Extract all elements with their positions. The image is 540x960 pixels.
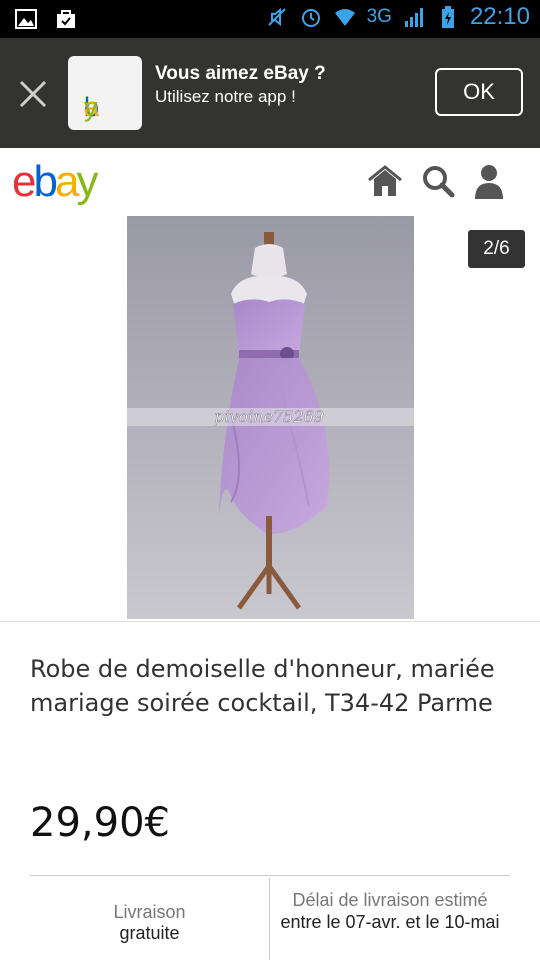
app-logo: ebay [68, 56, 142, 130]
product-photo[interactable]: pivoine75269 [127, 216, 414, 619]
wifi-icon [334, 9, 355, 26]
image-icon [15, 9, 37, 29]
photo-watermark: pivoine75269 [214, 407, 324, 426]
delivery-info: Délai de livraison estimé entre le 07-av… [270, 878, 510, 960]
listing-title: Robe de demoiselle d'honneur, mariée mar… [30, 655, 495, 717]
mute-icon [267, 7, 286, 27]
signal-icon [404, 8, 423, 27]
site-header: ebay [0, 148, 540, 215]
image-counter: 2/6 [468, 230, 525, 268]
home-icon[interactable] [367, 164, 403, 198]
image-gallery[interactable]: pivoine75269 2/6 [0, 214, 540, 622]
search-icon[interactable] [421, 164, 455, 198]
shopping-bag-icon [57, 10, 75, 28]
shipping-value: gratuite [119, 923, 180, 943]
ebay-logo[interactable]: ebay [12, 154, 98, 210]
banner-subtitle: Utilisez notre app ! [155, 87, 296, 106]
shipping-info: Livraison gratuite [30, 878, 270, 960]
battery-charging-icon [441, 6, 454, 28]
delivery-label: Délai de livraison estimé [292, 890, 488, 910]
banner-title: Vous aimez eBay ? [155, 63, 326, 84]
listing-price: 29,90€ [30, 800, 170, 846]
divider [30, 875, 510, 876]
ok-button[interactable]: OK [435, 68, 523, 116]
network-type: 3G [366, 6, 392, 27]
app-install-banner: ebay Vous aimez eBay ? Utilisez notre ap… [0, 38, 540, 148]
clock: 22:10 [469, 3, 530, 30]
close-icon[interactable] [17, 78, 49, 110]
shipping-label: Livraison [113, 902, 186, 922]
user-icon[interactable] [473, 163, 505, 199]
status-bar: 3G 22:10 [0, 0, 540, 38]
alarm-icon [301, 9, 320, 27]
delivery-value: entre le 07-avr. et le 10-mai [280, 912, 500, 932]
